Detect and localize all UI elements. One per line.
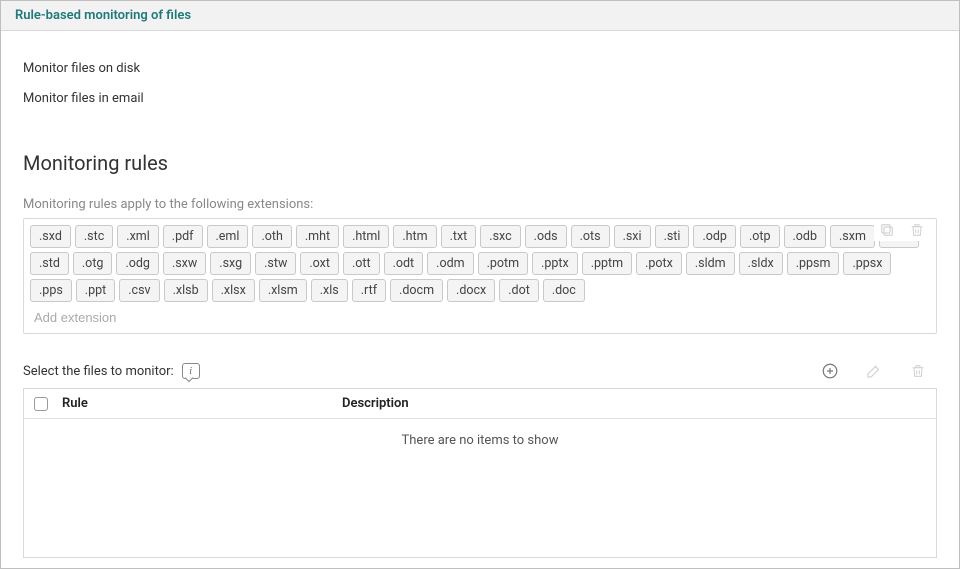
extension-tag[interactable]: .oxt — [300, 252, 339, 275]
extension-tag[interactable]: .oth — [252, 225, 291, 248]
extension-tag[interactable]: .dot — [499, 279, 539, 302]
extension-tag[interactable]: .sxm — [830, 225, 875, 248]
edit-rule-button — [865, 362, 883, 380]
extension-tag[interactable]: .pptm — [582, 252, 632, 275]
extension-tag[interactable]: .sxc — [480, 225, 520, 248]
extension-tag[interactable]: .sxd — [30, 225, 71, 248]
column-header-rule[interactable]: Rule — [62, 396, 342, 411]
extension-tag[interactable]: .odg — [116, 252, 159, 275]
extension-tag[interactable]: .html — [343, 225, 389, 248]
extension-tag[interactable]: .xlsm — [259, 279, 307, 302]
extension-tag[interactable]: .odt — [384, 252, 424, 275]
extensions-hint: Monitoring rules apply to the following … — [23, 197, 937, 212]
extensions-box: .sxd.stc.xml.pdf.eml.oth.mht.html.htm.tx… — [23, 218, 937, 334]
extension-tag[interactable]: .odm — [427, 252, 473, 275]
panel-body: Monitor files on disk i Monitor files in… — [1, 31, 959, 568]
extension-tag[interactable]: .rtf — [352, 279, 386, 302]
extension-tag[interactable]: .odb — [784, 225, 827, 248]
extension-tag[interactable]: .docm — [390, 279, 443, 302]
section-title-rules: Monitoring rules — [23, 151, 937, 175]
extension-tag[interactable]: .std — [30, 252, 69, 275]
extension-tag[interactable]: .xlsb — [164, 279, 208, 302]
rules-table: Rule Description There are no items to s… — [23, 388, 937, 558]
extension-tag[interactable]: .eml — [207, 225, 249, 248]
extension-tag[interactable]: .ods — [525, 225, 567, 248]
extension-tag[interactable]: .odp — [693, 225, 736, 248]
select-all-checkbox[interactable] — [34, 397, 48, 411]
extension-tag[interactable]: .htm — [393, 225, 436, 248]
extension-tag[interactable]: .xml — [117, 225, 159, 248]
extension-tag[interactable]: .stc — [75, 225, 113, 248]
extension-tag[interactable]: .doc — [543, 279, 585, 302]
extension-tag[interactable]: .csv — [119, 279, 159, 302]
rule-monitoring-panel: Rule-based monitoring of files Monitor f… — [0, 0, 960, 569]
toggle-row-disk: Monitor files on disk i — [23, 57, 937, 79]
extension-tag[interactable]: .sxw — [163, 252, 206, 275]
toggle-label-email: Monitor files in email — [23, 91, 164, 106]
files-label: Select the files to monitor: — [23, 364, 174, 379]
extension-tag[interactable]: .ott — [343, 252, 380, 275]
add-extension-input[interactable] — [30, 302, 930, 331]
add-rule-button[interactable] — [821, 362, 839, 380]
extension-tag[interactable]: .potm — [478, 252, 529, 275]
extension-tag[interactable]: .ots — [571, 225, 610, 248]
extension-tag[interactable]: .otp — [740, 225, 780, 248]
extension-tag[interactable]: .potx — [636, 252, 682, 275]
panel-title: Rule-based monitoring of files — [1, 1, 959, 31]
table-header: Rule Description — [24, 389, 936, 419]
info-icon[interactable]: i — [182, 363, 200, 379]
extension-tag[interactable]: .sxg — [210, 252, 251, 275]
extension-tag[interactable]: .sldm — [686, 252, 735, 275]
copy-icon — [878, 221, 896, 239]
extension-tag[interactable]: .sxi — [614, 225, 651, 248]
extension-tag[interactable]: .pptx — [532, 252, 578, 275]
extension-tag[interactable]: .txt — [441, 225, 477, 248]
toggle-row-email: Monitor files in email i — [23, 87, 937, 109]
extension-tag[interactable]: .mht — [296, 225, 339, 248]
extension-tag[interactable]: .sti — [655, 225, 690, 248]
column-header-description[interactable]: Description — [342, 396, 926, 411]
extensions-toolbar — [874, 219, 930, 241]
extension-tag[interactable]: .stw — [255, 252, 296, 275]
table-empty-message: There are no items to show — [24, 419, 936, 557]
extension-tag[interactable]: .sldx — [739, 252, 783, 275]
toggle-label-disk: Monitor files on disk — [23, 61, 160, 76]
trash-icon — [908, 221, 926, 239]
delete-rule-button — [909, 362, 927, 380]
extension-tag[interactable]: .ppt — [76, 279, 115, 302]
extension-tag[interactable]: .pps — [30, 279, 72, 302]
extension-tag[interactable]: .pdf — [163, 225, 203, 248]
extension-tag[interactable]: .ppsm — [787, 252, 840, 275]
extension-tag[interactable]: .ppsx — [843, 252, 891, 275]
extension-tag[interactable]: .otg — [73, 252, 113, 275]
extension-tags: .sxd.stc.xml.pdf.eml.oth.mht.html.htm.tx… — [30, 225, 930, 302]
extension-tag[interactable]: .xls — [311, 279, 348, 302]
extension-tag[interactable]: .docx — [447, 279, 495, 302]
files-row: Select the files to monitor: i — [23, 362, 937, 380]
extension-tag[interactable]: .xlsx — [212, 279, 255, 302]
